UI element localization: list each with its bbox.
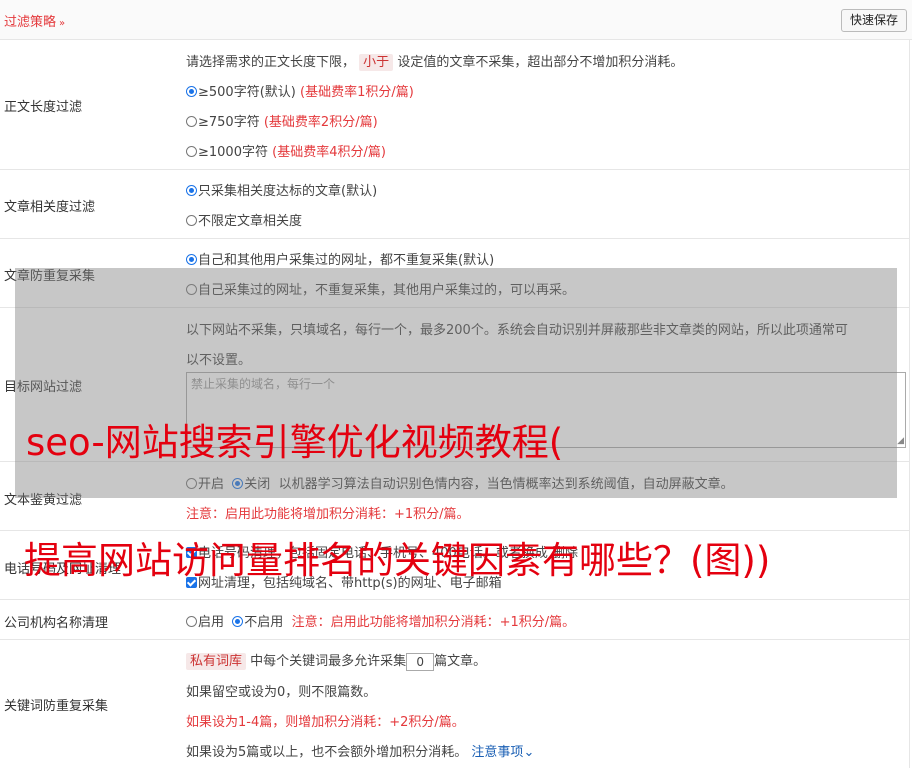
length-option-750[interactable]: ≥750字符 (基础费率2积分/篇) <box>186 111 378 130</box>
desc-after: 设定值的文章不采集，超出部分不增加积分消耗。 <box>397 55 684 70</box>
relevance-label: 文章相关度过滤 <box>4 200 96 215</box>
option-text: 不限定文章相关度 <box>198 214 303 229</box>
quick-save-button[interactable]: 快速保存 <box>840 9 907 32</box>
dedupe-option-all[interactable]: 自己和其他用户采集过的网址，都不重复采集(默认) <box>186 249 494 268</box>
desc-before: 请选择需求的正文长度下限， <box>186 55 356 70</box>
org-option-off[interactable]: 不启用 <box>232 615 283 630</box>
option-note: (基础费率2积分/篇) <box>263 115 378 130</box>
option-note: (基础费率1积分/篇) <box>300 85 414 100</box>
relevance-option-none[interactable]: 不限定文章相关度 <box>186 210 302 229</box>
radio-unchecked-icon[interactable] <box>186 215 197 226</box>
option-text: 只采集相关度达标的文章(默认) <box>198 184 378 199</box>
length-option-1000[interactable]: ≥1000字符 (基础费率4积分/篇) <box>186 141 386 160</box>
resize-handle-icon[interactable]: ◢ <box>897 436 904 446</box>
org-clean-options: 启用 不启用 注意：启用此功能将增加积分消耗：+1积分/篇。 <box>186 611 575 630</box>
notes-link-text: 注意事项 <box>471 745 524 760</box>
line4-text: 如果设为5篇或以上，也不会额外增加积分消耗。 <box>186 745 468 760</box>
text-after: 篇文章。 <box>434 654 487 669</box>
radio-unchecked-icon[interactable] <box>186 616 197 627</box>
notes-link[interactable]: 注意事项⌄ <box>471 745 534 760</box>
chevron-down-icon: ⌄ <box>523 745 535 760</box>
keyword-dedupe-label: 关键词防重复采集 <box>4 699 109 714</box>
keyword-dedupe-line4: 如果设为5篇或以上，也不会额外增加积分消耗。 注意事项⌄ <box>186 741 534 760</box>
length-filter-label: 正文长度过滤 <box>4 100 83 115</box>
option-text: ≥1000字符 <box>198 145 268 160</box>
radio-checked-icon[interactable] <box>232 616 244 627</box>
option-note: (基础费率4积分/篇) <box>272 145 386 160</box>
length-option-500[interactable]: ≥500字符(默认) (基础费率1积分/篇) <box>186 81 414 100</box>
org-clean-row: 公司机构名称清理 启用 不启用 注意：启用此功能将增加积分消耗：+1积分/篇。 <box>0 600 910 640</box>
option-text: ≥500字符(默认) <box>198 85 296 100</box>
org-option-on[interactable]: 启用 <box>186 615 224 630</box>
porn-filter-warning: 注意：启用此功能将增加积分消耗：+1积分/篇。 <box>186 507 470 522</box>
text-before: 中每个关键词最多允许采集 <box>250 654 407 669</box>
keyword-dedupe-line1: 私有词库 中每个关键词最多允许采集 0 篇文章。 <box>186 650 486 671</box>
watermark-title-line1: seo-网站搜索引擎优化视频教程( <box>26 421 564 464</box>
radio-checked-icon[interactable] <box>186 185 197 196</box>
option-text: 启用 <box>198 615 225 630</box>
top-bar: 过滤策略» 快速保存 <box>0 0 912 40</box>
desc-tag: 小于 <box>359 54 394 71</box>
org-clean-warning: 注意：启用此功能将增加积分消耗：+1积分/篇。 <box>291 615 576 630</box>
keyword-dedupe-row: 关键词防重复采集 私有词库 中每个关键词最多允许采集 0 篇文章。 如果留空或设为0… <box>0 640 910 768</box>
radio-unchecked-icon[interactable] <box>186 146 197 157</box>
keyword-dedupe-line3: 如果设为1-4篇，则增加积分消耗：+2积分/篇。 <box>186 715 465 730</box>
filter-strategy-title: 过滤策略 <box>4 15 57 30</box>
radio-checked-icon[interactable] <box>186 86 197 97</box>
length-filter-row: 正文长度过滤 请选择需求的正文长度下限， 小于 设定值的文章不采集，超出部分不增… <box>0 40 910 170</box>
option-text: 自己和其他用户采集过的网址，都不重复采集(默认) <box>198 253 495 268</box>
watermark-title-line2: 提高网站访问量排名的关键因素有哪些？(图)) <box>24 539 771 582</box>
double-chevron-down-icon: » <box>59 18 66 29</box>
option-text: ≥750字符 <box>198 115 260 130</box>
keyword-dedupe-line2: 如果留空或设为0，则不限篇数。 <box>186 685 377 700</box>
relevance-row: 文章相关度过滤 只采集相关度达标的文章(默认) 不限定文章相关度 <box>0 170 910 239</box>
org-clean-label: 公司机构名称清理 <box>4 616 109 631</box>
radio-unchecked-icon[interactable] <box>186 116 197 127</box>
private-dict-tag: 私有词库 <box>186 653 247 670</box>
option-text: 不启用 <box>244 615 284 630</box>
relevance-option-default[interactable]: 只采集相关度达标的文章(默认) <box>186 180 377 199</box>
filter-strategy-toggle[interactable]: 过滤策略» <box>4 11 65 30</box>
length-filter-desc: 请选择需求的正文长度下限， 小于 设定值的文章不采集，超出部分不增加积分消耗。 <box>186 51 684 71</box>
radio-checked-icon[interactable] <box>186 254 197 265</box>
max-articles-input[interactable]: 0 <box>406 652 435 671</box>
